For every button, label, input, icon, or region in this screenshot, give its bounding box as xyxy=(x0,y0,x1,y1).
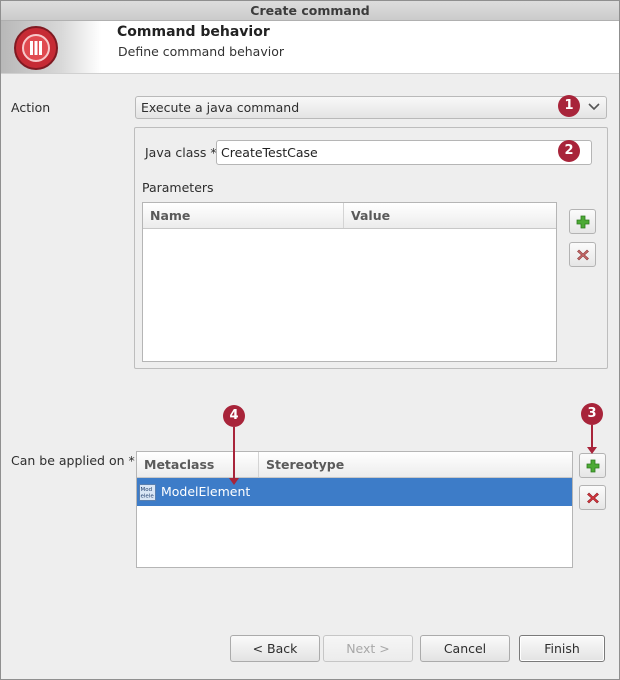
java-class-input[interactable]: CreateTestCase xyxy=(216,140,592,165)
cancel-button[interactable]: Cancel xyxy=(420,635,510,662)
annotation-marker-4: 4 xyxy=(223,405,245,427)
metaclass-icon: Mod elele xyxy=(139,484,156,501)
applied-on-table[interactable]: Metaclass Stereotype Mod elele ModelElem… xyxy=(136,451,573,568)
banner-logo-area xyxy=(1,21,101,73)
parameters-table[interactable]: Name Value xyxy=(142,202,557,362)
add-icon xyxy=(586,459,600,473)
table-row[interactable]: Mod elele ModelElement xyxy=(137,478,572,506)
metaclass-icon-text-2: elele xyxy=(141,494,155,500)
modelio-logo-icon xyxy=(14,26,58,70)
metaclass-cell: ModelElement xyxy=(161,484,251,499)
annotation-marker-2: 2 xyxy=(558,140,580,162)
parameters-table-header: Name Value xyxy=(143,203,556,229)
wizard-banner: Command behavior Define command behavior xyxy=(1,21,619,74)
column-header-stereotype[interactable]: Stereotype xyxy=(259,452,572,477)
action-label: Action xyxy=(11,100,51,115)
annotation-marker-3: 3 xyxy=(581,403,603,425)
add-metaclass-button[interactable] xyxy=(579,453,606,478)
parameters-label: Parameters xyxy=(142,180,214,195)
column-header-name[interactable]: Name xyxy=(143,203,344,228)
remove-icon xyxy=(577,249,589,261)
add-parameter-button[interactable] xyxy=(569,209,596,234)
remove-icon xyxy=(587,492,599,504)
chevron-down-icon xyxy=(588,103,600,111)
banner-title: Command behavior xyxy=(117,24,270,40)
java-class-label: Java class * xyxy=(145,145,217,160)
column-header-metaclass[interactable]: Metaclass xyxy=(137,452,259,477)
annotation-marker-1: 1 xyxy=(558,95,580,117)
banner-subtitle: Define command behavior xyxy=(118,44,285,59)
action-dropdown[interactable]: Execute a java command xyxy=(135,96,607,119)
remove-metaclass-button[interactable] xyxy=(579,485,606,510)
back-button[interactable]: < Back xyxy=(230,635,320,662)
create-command-dialog: Create command Command behavior Define c… xyxy=(0,0,620,680)
remove-parameter-button[interactable] xyxy=(569,242,596,267)
applied-on-label: Can be applied on * xyxy=(11,453,135,468)
metaclass-icon-text-1: Mod xyxy=(141,487,153,493)
next-button[interactable]: Next > xyxy=(323,635,413,662)
add-icon xyxy=(576,215,590,229)
window-title: Create command xyxy=(1,1,619,21)
finish-button[interactable]: Finish xyxy=(519,635,605,662)
column-header-value[interactable]: Value xyxy=(344,203,556,228)
action-dropdown-value: Execute a java command xyxy=(141,100,300,115)
applied-on-table-header: Metaclass Stereotype xyxy=(137,452,572,478)
